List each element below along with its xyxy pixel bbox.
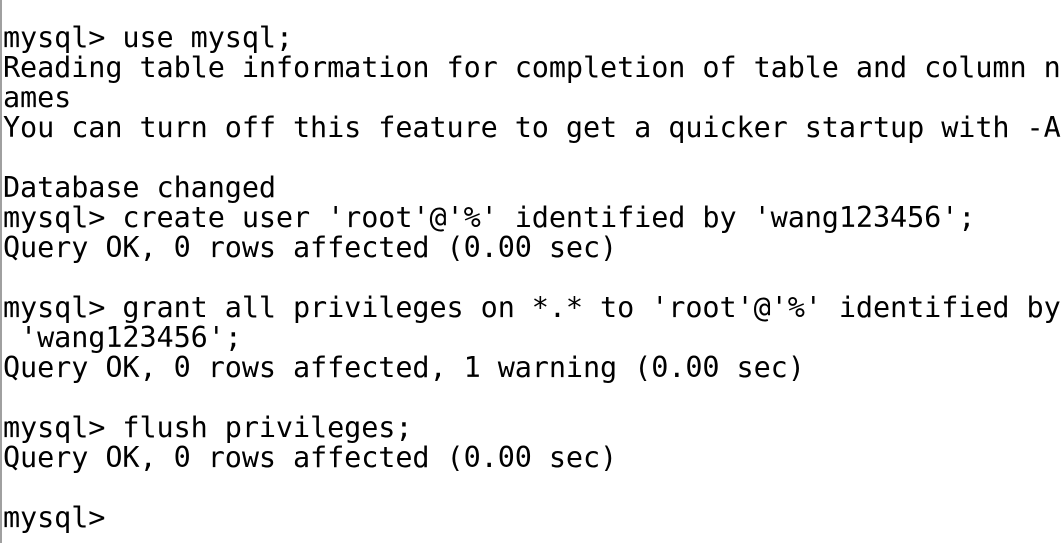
terminal-line: You can turn off this feature to get a q… (3, 111, 1061, 144)
terminal-line: Query OK, 0 rows affected, 1 warning (0.… (3, 351, 805, 384)
terminal-line: Reading table information for completion… (3, 51, 1061, 84)
terminal-window[interactable]: mysql> use mysql; Reading table informat… (0, 0, 1061, 543)
terminal-line: mysql> flush privileges; (3, 411, 413, 444)
terminal-prompt-line[interactable]: mysql> (3, 503, 1061, 533)
terminal-line: Database changed (3, 171, 276, 204)
terminal-line: ames (3, 81, 72, 114)
terminal-line: Query OK, 0 rows affected (0.00 sec) (3, 441, 618, 474)
terminal-line: 'wang123456'; (3, 321, 242, 354)
terminal-line: mysql> create user 'root'@'%' identified… (3, 201, 976, 234)
terminal-line: mysql> grant all privileges on *.* to 'r… (3, 291, 1061, 324)
terminal-line: Query OK, 0 rows affected (0.00 sec) (3, 231, 618, 264)
terminal-line: mysql> use mysql; (3, 21, 293, 54)
